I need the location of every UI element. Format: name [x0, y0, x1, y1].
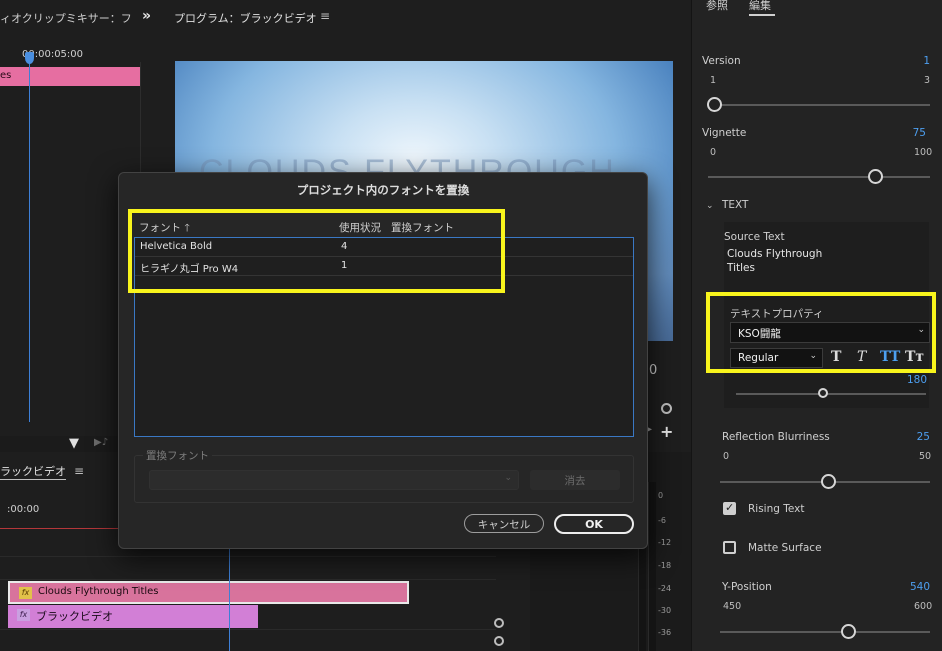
- title-clip-segment[interactable]: es: [0, 67, 141, 86]
- version-slider-track[interactable]: [708, 104, 930, 106]
- chevron-down-icon: ⌄: [504, 473, 512, 483]
- timeline-menu-icon[interactable]: ≡: [74, 464, 84, 478]
- black-video-clip[interactable]: fx ブラックビデオ: [8, 605, 258, 628]
- meter-scale-label: -18: [658, 561, 672, 570]
- text-properties-highlight: [706, 292, 936, 373]
- sequence-tab[interactable]: ラックビデオ: [0, 463, 66, 479]
- add-button-icon[interactable]: +: [660, 422, 673, 441]
- clouds-flythrough-titles-clip[interactable]: fx Clouds Flythrough Titles: [8, 581, 409, 604]
- chevron-down-icon[interactable]: ⌄: [706, 201, 714, 211]
- vignette-max: 100: [914, 147, 933, 158]
- timeline-ruler-timecode: :00:00: [7, 504, 40, 515]
- version-value[interactable]: 1: [902, 55, 930, 67]
- clip-label: ブラックビデオ: [36, 610, 113, 623]
- playhead-line: [29, 62, 30, 422]
- version-slider-knob[interactable]: [707, 97, 722, 112]
- meter-scale-label: 0: [658, 491, 664, 500]
- tab-browse[interactable]: 参照: [706, 0, 728, 13]
- vignette-slider-knob[interactable]: [868, 169, 883, 184]
- text-section-header[interactable]: TEXT: [722, 199, 748, 211]
- filter-icon[interactable]: ▼: [69, 436, 79, 451]
- track-separator: [0, 556, 496, 557]
- reflection-blurriness-label: Reflection Blurriness: [722, 431, 830, 443]
- matte-surface-checkbox[interactable]: [723, 541, 736, 554]
- active-tab-underline: [749, 14, 775, 16]
- essential-graphics-panel: 参照 編集 Version 1 1 3 Vignette 75 0 100 ⌄ …: [691, 0, 942, 651]
- meter-scale-label: -30: [658, 606, 672, 615]
- clip-label: Clouds Flythrough Titles: [38, 586, 159, 597]
- timeline-playhead[interactable]: [229, 548, 230, 651]
- replace-fonts-dialog: プロジェクト内のフォントを置換 フォント 🡑 使用状況 置換フォント Helve…: [118, 172, 648, 549]
- version-max: 3: [924, 75, 931, 86]
- fx-badge-icon: fx: [19, 587, 32, 599]
- reflection-blurriness-min: 0: [723, 451, 730, 462]
- font-size-slider-track[interactable]: [736, 393, 926, 395]
- ok-button[interactable]: OK: [554, 514, 634, 534]
- vignette-label: Vignette: [702, 127, 747, 139]
- vignette-min: 0: [710, 147, 717, 158]
- vignette-slider-track[interactable]: [708, 176, 930, 178]
- cancel-button[interactable]: キャンセル: [464, 514, 544, 533]
- y-position-label: Y-Position: [722, 581, 772, 593]
- source-text-label: Source Text: [724, 231, 785, 243]
- source-text-line1[interactable]: Clouds Flythrough: [727, 248, 822, 260]
- rising-text-label: Rising Text: [748, 503, 805, 515]
- track-separator: [0, 629, 496, 630]
- delete-button[interactable]: 消去: [530, 470, 620, 490]
- y-position-min: 450: [723, 601, 742, 612]
- source-text-line2[interactable]: Titles: [727, 262, 755, 274]
- dialog-title: プロジェクト内のフォントを置換: [296, 183, 470, 197]
- y-position-slider-track[interactable]: [720, 631, 930, 633]
- meter-scale-label: -24: [658, 584, 672, 593]
- fx-badge-icon: fx: [17, 609, 30, 621]
- meter-scale-label: -36: [658, 628, 672, 637]
- replace-font-group: 置換フォント ⌄ 消去: [134, 448, 634, 503]
- meter-scale-label: -12: [658, 538, 672, 547]
- monitor-scroll-knob[interactable]: [661, 403, 672, 414]
- timeline-scroll-knob[interactable]: [494, 636, 504, 646]
- font-size-value[interactable]: 180: [892, 374, 927, 386]
- playhead-handle[interactable]: [25, 52, 34, 64]
- meter-scale-label: -6: [658, 516, 666, 525]
- audio-clip-mixer-tab[interactable]: ィオクリップミキサー：フ: [0, 10, 140, 26]
- timeline-scroll-knob[interactable]: [494, 618, 504, 628]
- y-position-slider-knob[interactable]: [841, 624, 856, 639]
- reflection-blurriness-value[interactable]: 25: [902, 431, 930, 443]
- y-position-max: 600: [914, 601, 933, 612]
- panel-menu-icon[interactable]: ≡: [320, 9, 330, 23]
- audio-note-icon[interactable]: ▶♪: [94, 437, 108, 448]
- replace-font-label: 置換フォント: [143, 448, 212, 463]
- matte-surface-label: Matte Surface: [748, 542, 822, 554]
- reflection-blurriness-max: 50: [919, 451, 932, 462]
- replace-font-select[interactable]: ⌄: [149, 470, 519, 490]
- meter-channel-right: [648, 482, 656, 651]
- version-min: 1: [710, 75, 717, 86]
- font-list-highlight: [128, 209, 505, 293]
- monitor-side-value: 0: [649, 363, 658, 378]
- program-monitor-title[interactable]: プログラム：ブラックビデオ: [174, 10, 317, 26]
- active-tab-underline: [0, 479, 66, 480]
- tab-edit[interactable]: 編集: [749, 0, 771, 13]
- vignette-value[interactable]: 75: [902, 127, 926, 139]
- y-position-value[interactable]: 540: [898, 581, 930, 593]
- reflection-blurriness-slider-knob[interactable]: [821, 474, 836, 489]
- font-size-slider-knob[interactable]: [818, 388, 828, 398]
- panel-overflow-chevron-icon[interactable]: »: [142, 8, 151, 24]
- version-label: Version: [702, 55, 741, 67]
- rising-text-checkbox[interactable]: [723, 501, 736, 515]
- track-separator: [0, 579, 496, 580]
